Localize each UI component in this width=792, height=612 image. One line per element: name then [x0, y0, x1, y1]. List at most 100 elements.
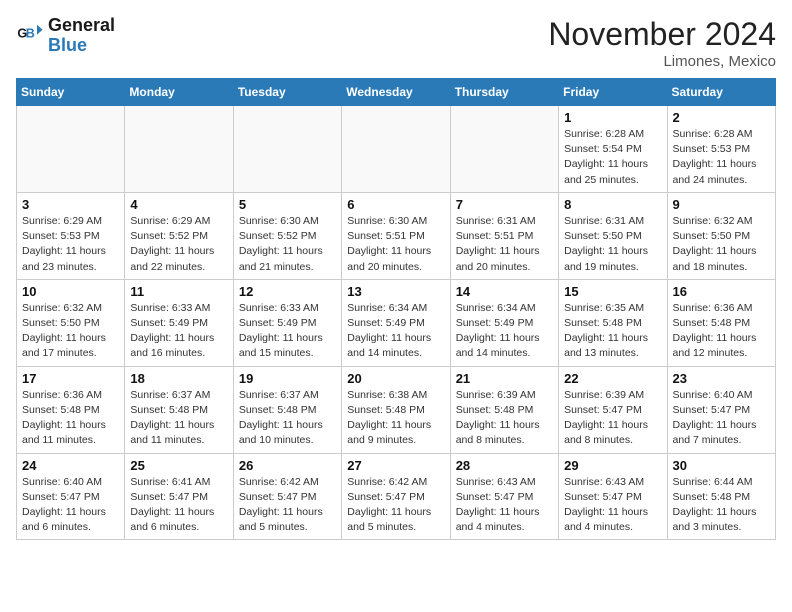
calendar-cell: 26Sunrise: 6:42 AM Sunset: 5:47 PM Dayli…: [233, 453, 341, 540]
day-info: Sunrise: 6:44 AM Sunset: 5:48 PM Dayligh…: [673, 475, 770, 536]
calendar-week-4: 17 Sunrise: 6:36 AM Sunset: 5:48 PM Dayli…: [17, 366, 776, 453]
day-number: 12: [239, 284, 336, 299]
calendar-cell: 25 Sunrise: 6:41 AM Sunset: 5:47 PM Dayli…: [125, 453, 233, 540]
calendar-header-row: SundayMondayTuesdayWednesdayThursdayFrid…: [17, 79, 776, 106]
day-info: Sunrise: 6:32 AM Sunset: 5:50 PM Dayligh…: [673, 214, 770, 275]
day-info: Sunrise: 6:33 AM Sunset: 5:49 PM Dayligh…: [130, 301, 227, 362]
location: Limones, Mexico: [548, 53, 776, 70]
calendar-cell: [450, 106, 558, 193]
day-info: Sunrise: 6:42 AM Sunset: 5:47 PM Dayligh…: [347, 475, 444, 536]
day-number: 29: [564, 458, 661, 473]
calendar-cell: 4 Sunrise: 6:29 AM Sunset: 5:52 PM Daylig…: [125, 192, 233, 279]
calendar-cell: 9 Sunrise: 6:32 AM Sunset: 5:50 PM Daylig…: [667, 192, 775, 279]
month-title: November 2024: [548, 16, 776, 53]
day-info: Sunrise: 6:42 AM Sunset: 5:47 PM Dayligh…: [239, 475, 336, 536]
svg-text:B: B: [26, 26, 35, 40]
logo-general: General: [48, 15, 115, 35]
day-info: Sunrise: 6:43 AM Sunset: 5:47 PM Dayligh…: [456, 475, 553, 536]
day-info: Sunrise: 6:30 AM Sunset: 5:51 PM Dayligh…: [347, 214, 444, 275]
day-number: 16: [673, 284, 770, 299]
day-info: Sunrise: 6:33 AM Sunset: 5:49 PM Dayligh…: [239, 301, 336, 362]
calendar-cell: 17 Sunrise: 6:36 AM Sunset: 5:48 PM Dayli…: [17, 366, 125, 453]
day-info: Sunrise: 6:39 AM Sunset: 5:48 PM Dayligh…: [456, 388, 553, 449]
weekday-header-wednesday: Wednesday: [342, 79, 450, 106]
day-number: 11: [130, 284, 227, 299]
day-number: 9: [673, 197, 770, 212]
calendar-cell: 30 Sunrise: 6:44 AM Sunset: 5:48 PM Dayli…: [667, 453, 775, 540]
calendar-cell: 12 Sunrise: 6:33 AM Sunset: 5:49 PM Dayli…: [233, 279, 341, 366]
day-info: Sunrise: 6:35 AM Sunset: 5:48 PM Dayligh…: [564, 301, 661, 362]
day-number: 27: [347, 458, 444, 473]
day-info: Sunrise: 6:43 AM Sunset: 5:47 PM Dayligh…: [564, 475, 661, 536]
weekday-header-saturday: Saturday: [667, 79, 775, 106]
day-number: 21: [456, 371, 553, 386]
logo: G B General Blue: [16, 16, 115, 56]
day-number: 2: [673, 110, 770, 125]
logo-icon: G B: [16, 22, 44, 50]
weekday-header-tuesday: Tuesday: [233, 79, 341, 106]
day-number: 22: [564, 371, 661, 386]
day-info: Sunrise: 6:28 AM Sunset: 5:54 PM Dayligh…: [564, 127, 661, 188]
calendar-cell: 13 Sunrise: 6:34 AM Sunset: 5:49 PM Dayli…: [342, 279, 450, 366]
day-number: 25: [130, 458, 227, 473]
day-number: 20: [347, 371, 444, 386]
day-number: 15: [564, 284, 661, 299]
day-info: Sunrise: 6:32 AM Sunset: 5:50 PM Dayligh…: [22, 301, 119, 362]
page-header: G B General Blue November 2024 Limones, …: [16, 16, 776, 70]
day-info: Sunrise: 6:29 AM Sunset: 5:53 PM Dayligh…: [22, 214, 119, 275]
calendar-cell: 18Sunrise: 6:37 AM Sunset: 5:48 PM Dayli…: [125, 366, 233, 453]
calendar-cell: 8 Sunrise: 6:31 AM Sunset: 5:50 PM Daylig…: [559, 192, 667, 279]
day-number: 30: [673, 458, 770, 473]
calendar-cell: [125, 106, 233, 193]
calendar-cell: 15 Sunrise: 6:35 AM Sunset: 5:48 PM Dayli…: [559, 279, 667, 366]
day-info: Sunrise: 6:40 AM Sunset: 5:47 PM Dayligh…: [22, 475, 119, 536]
calendar-cell: 1Sunrise: 6:28 AM Sunset: 5:54 PM Daylig…: [559, 106, 667, 193]
calendar-week-3: 10Sunrise: 6:32 AM Sunset: 5:50 PM Dayli…: [17, 279, 776, 366]
day-info: Sunrise: 6:36 AM Sunset: 5:48 PM Dayligh…: [22, 388, 119, 449]
day-info: Sunrise: 6:41 AM Sunset: 5:47 PM Dayligh…: [130, 475, 227, 536]
day-number: 28: [456, 458, 553, 473]
day-number: 4: [130, 197, 227, 212]
day-info: Sunrise: 6:37 AM Sunset: 5:48 PM Dayligh…: [130, 388, 227, 449]
calendar-cell: [17, 106, 125, 193]
day-info: Sunrise: 6:29 AM Sunset: 5:52 PM Dayligh…: [130, 214, 227, 275]
calendar-cell: 22 Sunrise: 6:39 AM Sunset: 5:47 PM Dayli…: [559, 366, 667, 453]
day-info: Sunrise: 6:34 AM Sunset: 5:49 PM Dayligh…: [456, 301, 553, 362]
day-info: Sunrise: 6:39 AM Sunset: 5:47 PM Dayligh…: [564, 388, 661, 449]
day-info: Sunrise: 6:34 AM Sunset: 5:49 PM Dayligh…: [347, 301, 444, 362]
weekday-header-monday: Monday: [125, 79, 233, 106]
calendar-cell: 10Sunrise: 6:32 AM Sunset: 5:50 PM Dayli…: [17, 279, 125, 366]
day-number: 23: [673, 371, 770, 386]
calendar-cell: 23 Sunrise: 6:40 AM Sunset: 5:47 PM Dayli…: [667, 366, 775, 453]
day-number: 24: [22, 458, 119, 473]
calendar-cell: [233, 106, 341, 193]
logo-blue: Blue: [48, 36, 115, 56]
calendar-cell: 19Sunrise: 6:37 AM Sunset: 5:48 PM Dayli…: [233, 366, 341, 453]
day-number: 3: [22, 197, 119, 212]
day-info: Sunrise: 6:38 AM Sunset: 5:48 PM Dayligh…: [347, 388, 444, 449]
day-number: 17: [22, 371, 119, 386]
calendar-cell: 11 Sunrise: 6:33 AM Sunset: 5:49 PM Dayli…: [125, 279, 233, 366]
day-info: Sunrise: 6:37 AM Sunset: 5:48 PM Dayligh…: [239, 388, 336, 449]
weekday-header-thursday: Thursday: [450, 79, 558, 106]
day-number: 6: [347, 197, 444, 212]
calendar-week-2: 3 Sunrise: 6:29 AM Sunset: 5:53 PM Daylig…: [17, 192, 776, 279]
weekday-header-friday: Friday: [559, 79, 667, 106]
calendar-cell: 20 Sunrise: 6:38 AM Sunset: 5:48 PM Dayli…: [342, 366, 450, 453]
day-info: Sunrise: 6:40 AM Sunset: 5:47 PM Dayligh…: [673, 388, 770, 449]
day-number: 8: [564, 197, 661, 212]
day-info: Sunrise: 6:31 AM Sunset: 5:50 PM Dayligh…: [564, 214, 661, 275]
calendar-cell: 3 Sunrise: 6:29 AM Sunset: 5:53 PM Daylig…: [17, 192, 125, 279]
calendar-week-1: 1Sunrise: 6:28 AM Sunset: 5:54 PM Daylig…: [17, 106, 776, 193]
day-info: Sunrise: 6:28 AM Sunset: 5:53 PM Dayligh…: [673, 127, 770, 188]
calendar-cell: 16Sunrise: 6:36 AM Sunset: 5:48 PM Dayli…: [667, 279, 775, 366]
calendar-cell: 21 Sunrise: 6:39 AM Sunset: 5:48 PM Dayli…: [450, 366, 558, 453]
day-number: 14: [456, 284, 553, 299]
calendar: SundayMondayTuesdayWednesdayThursdayFrid…: [16, 78, 776, 540]
title-block: November 2024 Limones, Mexico: [548, 16, 776, 70]
day-info: Sunrise: 6:31 AM Sunset: 5:51 PM Dayligh…: [456, 214, 553, 275]
day-number: 13: [347, 284, 444, 299]
calendar-cell: 7Sunrise: 6:31 AM Sunset: 5:51 PM Daylig…: [450, 192, 558, 279]
weekday-header-sunday: Sunday: [17, 79, 125, 106]
calendar-cell: 6 Sunrise: 6:30 AM Sunset: 5:51 PM Daylig…: [342, 192, 450, 279]
